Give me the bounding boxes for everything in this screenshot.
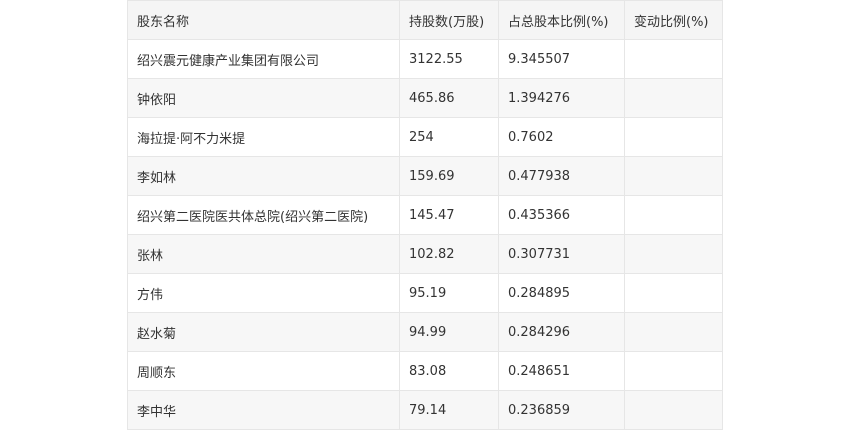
shareholder-name-cell: 李中华 [127,390,400,430]
share-ratio-cell: 0.7602 [498,117,625,157]
change-ratio-cell [624,234,723,274]
shares-held-cell: 159.69 [399,156,499,196]
change-ratio-cell [624,117,723,157]
change-ratio-cell [624,195,723,235]
shares-held-cell: 254 [399,117,499,157]
share-ratio-cell: 9.345507 [498,39,625,79]
table-row: 钟依阳 465.86 1.394276 [127,78,723,118]
header-shareholder-name: 股东名称 [127,0,400,40]
share-ratio-cell: 0.307731 [498,234,625,274]
header-share-ratio: 占总股本比例(%) [498,0,625,40]
share-ratio-cell: 0.477938 [498,156,625,196]
shareholder-name-cell: 海拉提·阿不力米提 [127,117,400,157]
shareholder-name-cell: 绍兴震元健康产业集团有限公司 [127,39,400,79]
change-ratio-cell [624,312,723,352]
shares-held-cell: 94.99 [399,312,499,352]
shareholder-name-cell: 方伟 [127,273,400,313]
shares-held-cell: 95.19 [399,273,499,313]
share-ratio-cell: 0.284296 [498,312,625,352]
table-row: 海拉提·阿不力米提 254 0.7602 [127,117,723,157]
shareholder-name-cell: 绍兴第二医院医共体总院(绍兴第二医院) [127,195,400,235]
shareholder-name-cell: 赵水菊 [127,312,400,352]
table-row: 方伟 95.19 0.284895 [127,273,723,313]
table-row: 张林 102.82 0.307731 [127,234,723,274]
header-change-ratio: 变动比例(%) [624,0,723,40]
shares-held-cell: 83.08 [399,351,499,391]
share-ratio-cell: 0.236859 [498,390,625,430]
change-ratio-cell [624,351,723,391]
shareholder-name-cell: 周顺东 [127,351,400,391]
shares-held-cell: 145.47 [399,195,499,235]
shares-held-cell: 79.14 [399,390,499,430]
change-ratio-cell [624,156,723,196]
shareholder-name-cell: 钟依阳 [127,78,400,118]
table-row: 李中华 79.14 0.236859 [127,390,723,430]
shareholder-table: 股东名称 持股数(万股) 占总股本比例(%) 变动比例(%) 绍兴震元健康产业集… [127,0,723,430]
shares-held-cell: 3122.55 [399,39,499,79]
shareholder-name-cell: 张林 [127,234,400,274]
table-row: 周顺东 83.08 0.248651 [127,351,723,391]
share-ratio-cell: 0.248651 [498,351,625,391]
change-ratio-cell [624,273,723,313]
header-shares-held: 持股数(万股) [399,0,499,40]
table-row: 绍兴第二医院医共体总院(绍兴第二医院) 145.47 0.435366 [127,195,723,235]
shares-held-cell: 465.86 [399,78,499,118]
change-ratio-cell [624,39,723,79]
table-row: 李如林 159.69 0.477938 [127,156,723,196]
table-header-row: 股东名称 持股数(万股) 占总股本比例(%) 变动比例(%) [127,0,723,40]
change-ratio-cell [624,390,723,430]
shareholder-name-cell: 李如林 [127,156,400,196]
table-row: 赵水菊 94.99 0.284296 [127,312,723,352]
share-ratio-cell: 0.284895 [498,273,625,313]
table-row: 绍兴震元健康产业集团有限公司 3122.55 9.345507 [127,39,723,79]
share-ratio-cell: 0.435366 [498,195,625,235]
change-ratio-cell [624,78,723,118]
share-ratio-cell: 1.394276 [498,78,625,118]
shares-held-cell: 102.82 [399,234,499,274]
